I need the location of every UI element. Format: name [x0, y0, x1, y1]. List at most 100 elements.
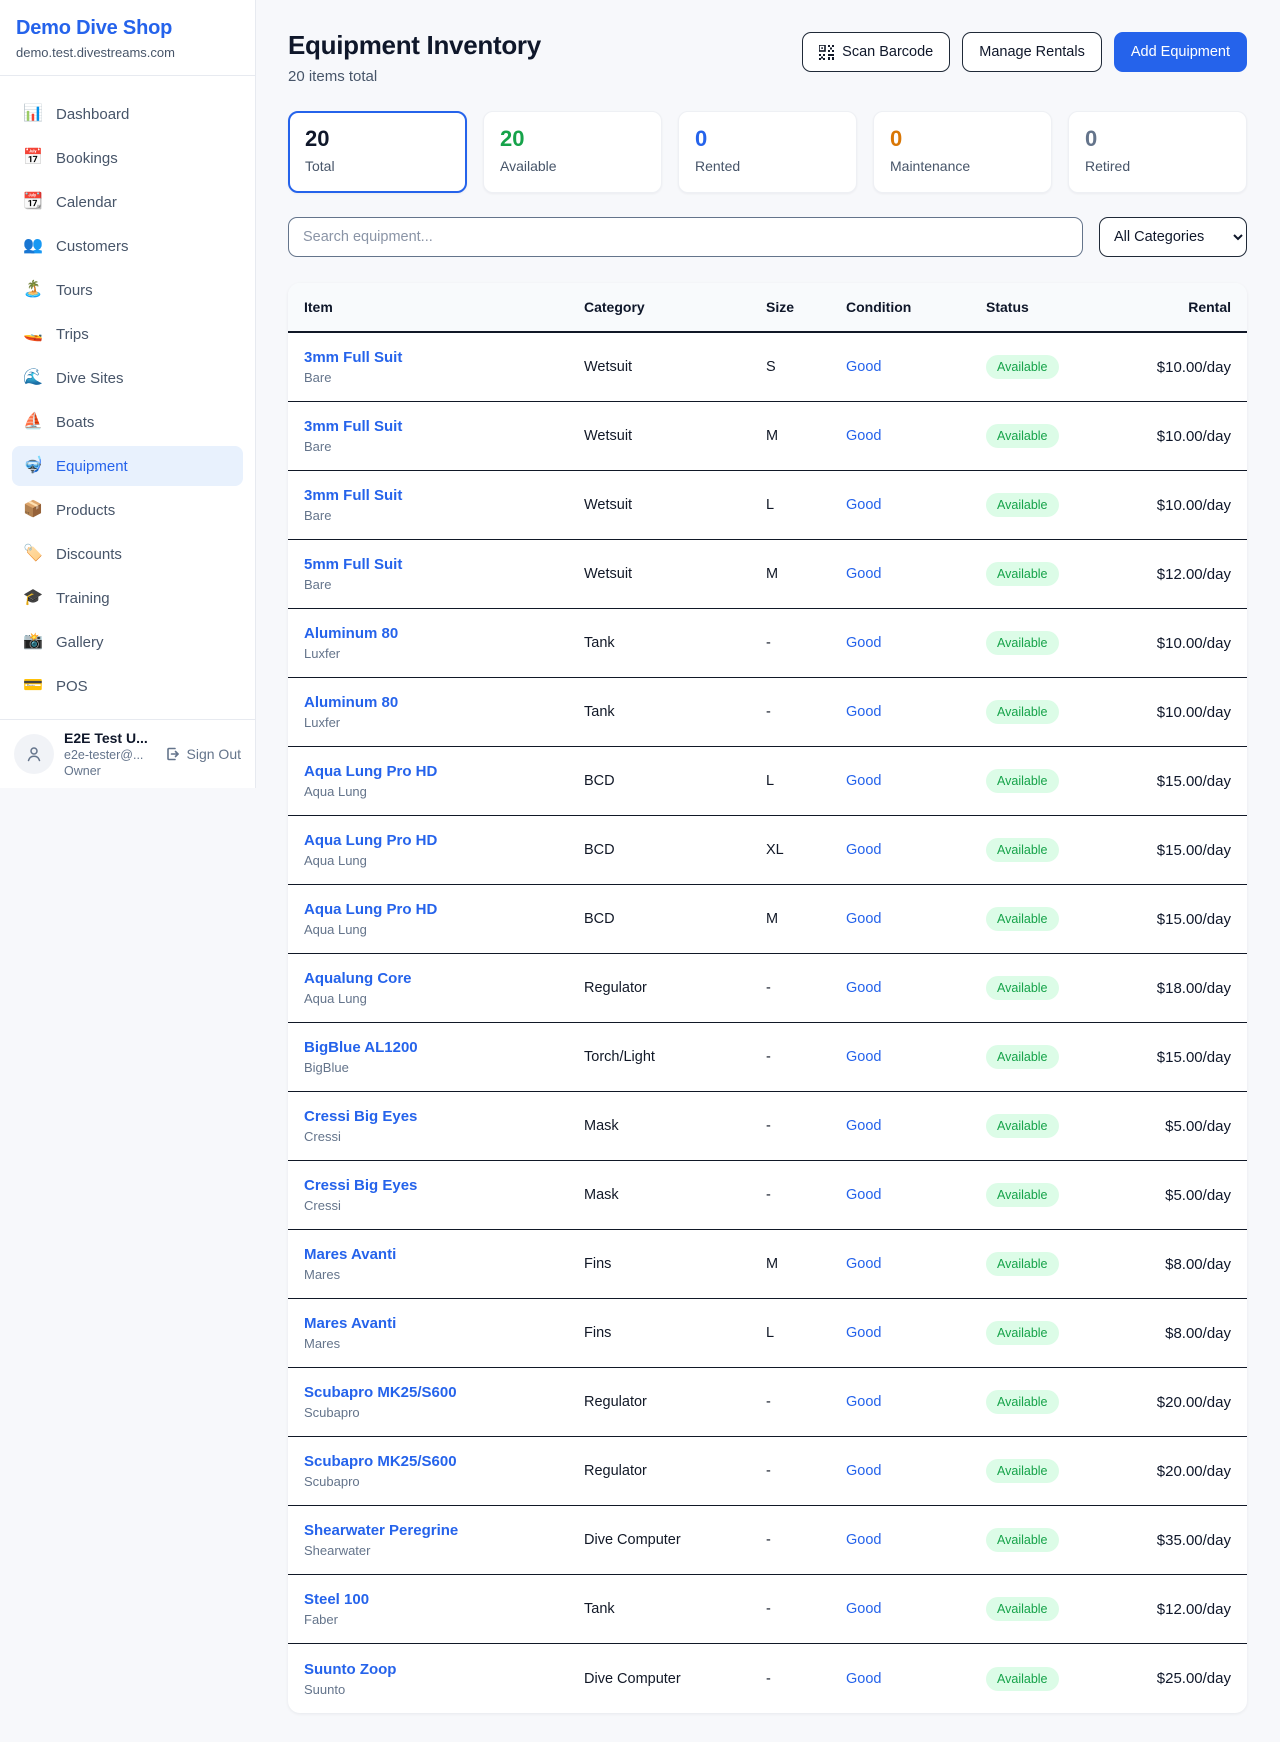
search-input[interactable] — [288, 217, 1083, 257]
sidebar-item-label: Calendar — [56, 194, 117, 211]
category-cell: Mask — [584, 1118, 766, 1134]
manage-rentals-button[interactable]: Manage Rentals — [962, 32, 1102, 72]
item-brand: BigBlue — [304, 1060, 584, 1075]
condition-link[interactable]: Good — [846, 1532, 986, 1548]
sign-out-button[interactable]: Sign Out — [165, 746, 241, 762]
condition-link[interactable]: Good — [846, 1601, 986, 1617]
category-cell: Torch/Light — [584, 1049, 766, 1065]
item-name-link[interactable]: Scubapro MK25/S600 — [304, 1453, 584, 1470]
condition-link[interactable]: Good — [846, 1049, 986, 1065]
condition-link[interactable]: Good — [846, 1394, 986, 1410]
condition-link[interactable]: Good — [846, 497, 986, 513]
stat-card-available[interactable]: 20Available — [483, 111, 662, 193]
stat-card-total[interactable]: 20Total — [288, 111, 467, 193]
item-cell: Steel 100Faber — [304, 1591, 584, 1627]
table-row: Aqua Lung Pro HDAqua LungBCDMGoodAvailab… — [288, 885, 1247, 954]
rental-cell: $10.00/day — [1136, 359, 1231, 376]
condition-link[interactable]: Good — [846, 428, 986, 444]
item-name-link[interactable]: Cressi Big Eyes — [304, 1177, 584, 1194]
condition-link[interactable]: Good — [846, 1187, 986, 1203]
status-badge: Available — [986, 1114, 1059, 1138]
item-name-link[interactable]: Shearwater Peregrine — [304, 1522, 584, 1539]
sidebar-item-tours[interactable]: 🏝️Tours — [12, 270, 243, 310]
item-name-link[interactable]: 3mm Full Suit — [304, 349, 584, 366]
status-cell: Available — [986, 1667, 1136, 1691]
item-cell: Cressi Big Eyes Cressi — [304, 1177, 584, 1213]
rental-cell: $20.00/day — [1136, 1463, 1231, 1480]
condition-link[interactable]: Good — [846, 704, 986, 720]
item-name-link[interactable]: BigBlue AL1200 — [304, 1039, 584, 1056]
add-equipment-button[interactable]: Add Equipment — [1114, 32, 1247, 72]
stat-card-rented[interactable]: 0Rented — [678, 111, 857, 193]
condition-link[interactable]: Good — [846, 842, 986, 858]
sidebar-item-pos[interactable]: 💳POS — [12, 666, 243, 706]
item-name-link[interactable]: Aqua Lung Pro HD — [304, 832, 584, 849]
condition-link[interactable]: Good — [846, 1671, 986, 1687]
sidebar-item-equipment[interactable]: 🤿Equipment — [12, 446, 243, 486]
size-cell: - — [766, 1532, 846, 1548]
status-badge: Available — [986, 907, 1059, 931]
sidebar-item-dive-sites[interactable]: 🌊Dive Sites — [12, 358, 243, 398]
condition-link[interactable]: Good — [846, 566, 986, 582]
item-name-link[interactable]: Aqua Lung Pro HD — [304, 763, 584, 780]
condition-link[interactable]: Good — [846, 359, 986, 375]
size-cell: - — [766, 1463, 846, 1479]
sidebar-item-customers[interactable]: 👥Customers — [12, 226, 243, 266]
item-name-link[interactable]: 5mm Full Suit — [304, 556, 584, 573]
category-cell: Regulator — [584, 1463, 766, 1479]
item-name-link[interactable]: Aqua Lung Pro HD — [304, 901, 584, 918]
size-cell: - — [766, 1601, 846, 1617]
rental-cell: $35.00/day — [1136, 1532, 1231, 1549]
sidebar-item-products[interactable]: 📦Products — [12, 490, 243, 530]
item-brand: Bare — [304, 577, 584, 592]
item-name-link[interactable]: Mares Avanti — [304, 1315, 584, 1332]
size-cell: - — [766, 1118, 846, 1134]
condition-link[interactable]: Good — [846, 1325, 986, 1341]
rental-cell: $5.00/day — [1136, 1118, 1231, 1135]
item-name-link[interactable]: 3mm Full Suit — [304, 487, 584, 504]
item-brand: Bare — [304, 508, 584, 523]
manage-rentals-label: Manage Rentals — [979, 44, 1085, 60]
sidebar-item-training[interactable]: 🎓Training — [12, 578, 243, 618]
condition-link[interactable]: Good — [846, 980, 986, 996]
sidebar-item-trips[interactable]: 🚤Trips — [12, 314, 243, 354]
stat-card-maintenance[interactable]: 0Maintenance — [873, 111, 1052, 193]
sidebar-item-discounts[interactable]: 🏷️Discounts — [12, 534, 243, 574]
item-cell: Aqualung CoreAqua Lung — [304, 970, 584, 1006]
sidebar-item-dashboard[interactable]: 📊Dashboard — [12, 94, 243, 134]
item-name-link[interactable]: Mares Avanti — [304, 1246, 584, 1263]
item-cell: 5mm Full Suit Bare — [304, 556, 584, 592]
size-cell: - — [766, 980, 846, 996]
condition-link[interactable]: Good — [846, 1256, 986, 1272]
table-row: Shearwater PeregrineShearwaterDive Compu… — [288, 1506, 1247, 1575]
table-row: Aluminum 80LuxferTank-GoodAvailable$10.0… — [288, 609, 1247, 678]
pos-icon: 💳 — [22, 678, 44, 694]
item-name-link[interactable]: Aluminum 80 — [304, 694, 584, 711]
item-name-link[interactable]: Cressi Big Eyes — [304, 1108, 584, 1125]
sidebar-item-gallery[interactable]: 📸Gallery — [12, 622, 243, 662]
table-row: 3mm Full SuitBareWetsuitLGoodAvailable$1… — [288, 471, 1247, 540]
item-name-link[interactable]: Steel 100 — [304, 1591, 584, 1608]
status-badge: Available — [986, 976, 1059, 1000]
sidebar-item-calendar[interactable]: 📆Calendar — [12, 182, 243, 222]
sidebar-item-bookings[interactable]: 📅Bookings — [12, 138, 243, 178]
scan-barcode-button[interactable]: Scan Barcode — [802, 32, 950, 72]
stat-card-retired[interactable]: 0Retired — [1068, 111, 1247, 193]
discounts-icon: 🏷️ — [22, 546, 44, 562]
category-select[interactable]: All Categories — [1099, 217, 1247, 257]
status-badge: Available — [986, 1459, 1059, 1483]
size-cell: - — [766, 635, 846, 651]
item-name-link[interactable]: 3mm Full Suit — [304, 418, 584, 435]
condition-link[interactable]: Good — [846, 1463, 986, 1479]
item-name-link[interactable]: Suunto Zoop — [304, 1661, 584, 1678]
condition-link[interactable]: Good — [846, 911, 986, 927]
item-name-link[interactable]: Scubapro MK25/S600 — [304, 1384, 584, 1401]
item-name-link[interactable]: Aluminum 80 — [304, 625, 584, 642]
item-cell: Aluminum 80Luxfer — [304, 694, 584, 730]
condition-link[interactable]: Good — [846, 773, 986, 789]
sidebar-item-boats[interactable]: ⛵Boats — [12, 402, 243, 442]
condition-link[interactable]: Good — [846, 1118, 986, 1134]
item-brand: Cressi — [304, 1198, 584, 1213]
condition-link[interactable]: Good — [846, 635, 986, 651]
item-name-link[interactable]: Aqualung Core — [304, 970, 584, 987]
